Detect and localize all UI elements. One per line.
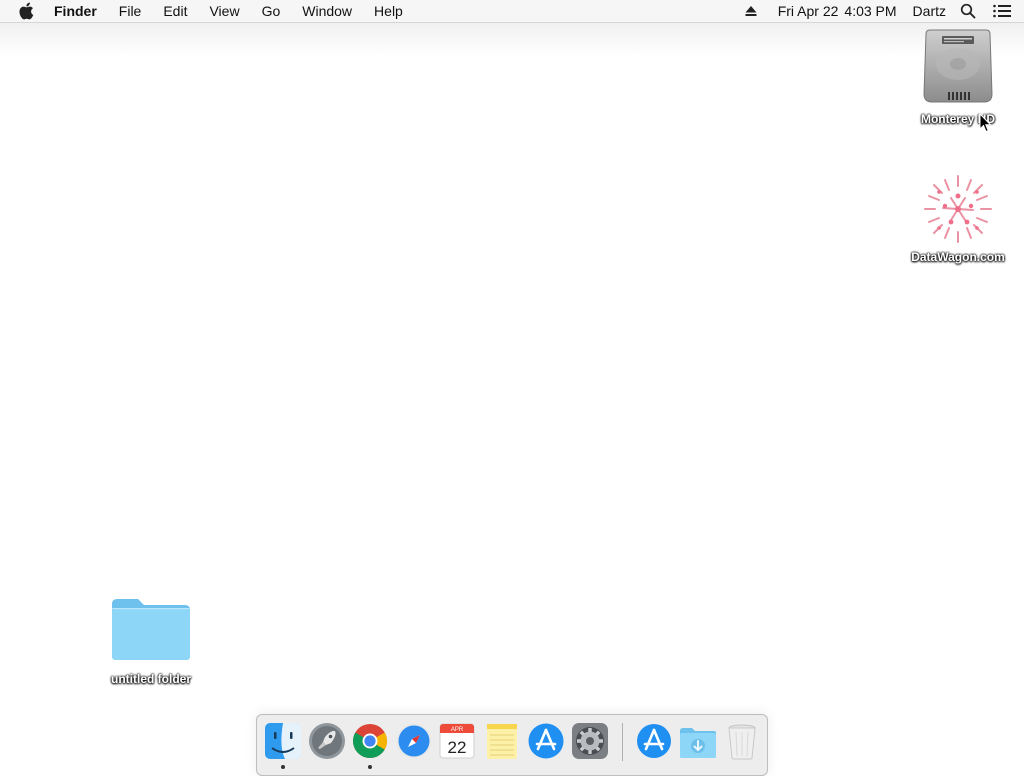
menu-go[interactable]: Go [262, 3, 281, 19]
dock-item-trash[interactable] [722, 721, 762, 761]
safari-icon [394, 723, 434, 765]
running-indicator [281, 765, 285, 769]
menu-window[interactable]: Window [302, 3, 352, 19]
launchpad-icon [307, 723, 347, 765]
desktop-icon-untitled-folder[interactable]: untitled folder [98, 596, 204, 686]
dock: APR 22 [256, 714, 768, 776]
calendar-day: 22 [448, 738, 467, 757]
menu-date[interactable]: Fri Apr 22 [778, 3, 839, 19]
dock-item-notes[interactable] [482, 721, 522, 761]
dock-item-downloads[interactable] [678, 721, 718, 761]
dock-item-chrome[interactable] [350, 721, 390, 769]
menu-edit[interactable]: Edit [163, 3, 187, 19]
notification-center-icon[interactable] [992, 3, 1012, 19]
calendar-icon: APR 22 [437, 723, 477, 765]
dock-item-safari[interactable] [394, 721, 434, 761]
menu-clock[interactable]: 4:03 PM [844, 3, 896, 19]
menu-user[interactable]: Dartz [913, 3, 946, 19]
running-indicator [368, 765, 372, 769]
app-store-icon [634, 724, 674, 765]
downloads-folder-icon [678, 728, 718, 765]
menu-finder[interactable]: Finder [54, 3, 97, 19]
dock-item-app-store-update[interactable] [634, 721, 674, 761]
dock-item-calendar[interactable]: APR 22 [437, 721, 477, 761]
menu-help[interactable]: Help [374, 3, 403, 19]
trash-icon [722, 724, 762, 765]
eject-icon[interactable] [744, 4, 758, 18]
apple-icon[interactable] [18, 2, 36, 20]
menu-file[interactable]: File [119, 3, 142, 19]
desktop-icon-label: untitled folder [111, 672, 191, 686]
network-volume-icon [896, 172, 1020, 246]
dock-item-app-store[interactable] [526, 721, 566, 761]
chrome-icon [350, 724, 390, 765]
desktop-icon-label: Monterey HD [920, 112, 995, 126]
spotlight-search-icon[interactable] [960, 3, 976, 19]
gear-icon [570, 723, 610, 765]
desktop-icon-label: DataWagon.com [911, 250, 1005, 264]
dock-separator [622, 723, 623, 761]
menu-extras: Fri Apr 22 4:03 PM Dartz [744, 3, 1024, 19]
hard-drive-icon [906, 28, 1010, 108]
dock-item-system-preferences[interactable] [570, 721, 610, 761]
mouse-pointer-icon [979, 112, 993, 133]
desktop-icon-datawagon[interactable]: DataWagon.com [896, 172, 1020, 264]
menu-view[interactable]: View [209, 3, 239, 19]
menu-bar-shadow [0, 23, 1024, 57]
folder-icon [98, 596, 204, 662]
notes-icon [482, 724, 522, 765]
app-store-icon [526, 723, 566, 765]
dock-item-finder[interactable] [263, 721, 303, 769]
desktop-icon-monterey-hd[interactable]: Monterey HD [906, 28, 1010, 126]
dock-item-launchpad[interactable] [307, 721, 347, 761]
menu-bar: Finder File Edit View Go Window Help Fri… [0, 0, 1024, 23]
finder-icon [263, 723, 303, 765]
calendar-month: APR [451, 727, 464, 733]
